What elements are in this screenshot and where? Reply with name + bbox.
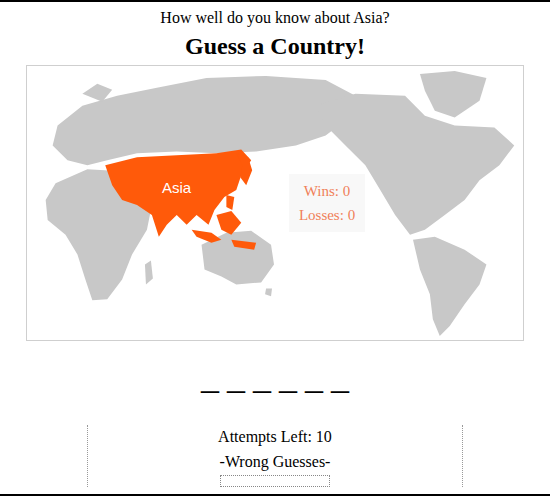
letter-blank: _ bbox=[201, 356, 219, 396]
region-label: Asia bbox=[162, 178, 191, 198]
wrong-guesses-heading: -Wrong Guesses- bbox=[220, 450, 331, 474]
subtitle: How well do you know about Asia? bbox=[160, 2, 389, 30]
world-map: Asia Wins: 0 Losses: 0 bbox=[26, 65, 524, 341]
title: Guess a Country! bbox=[185, 30, 365, 62]
letter-blank: _ bbox=[279, 356, 297, 396]
status-panel: Attempts Left: 10 -Wrong Guesses- bbox=[87, 425, 463, 487]
letter-blank: _ bbox=[253, 356, 271, 396]
world-map-icon bbox=[27, 66, 523, 340]
letter-blank: _ bbox=[305, 356, 323, 396]
attempts-left: Attempts Left: 10 bbox=[218, 425, 332, 449]
letter-blank: _ bbox=[227, 356, 245, 396]
word-blanks: ______ bbox=[201, 356, 349, 396]
losses-count: Losses: 0 bbox=[299, 205, 355, 225]
wins-count: Wins: 0 bbox=[304, 181, 350, 201]
letter-blank: _ bbox=[331, 356, 349, 396]
wrong-guesses-box bbox=[220, 475, 330, 487]
score-box: Wins: 0 Losses: 0 bbox=[289, 174, 365, 232]
game-page: How well do you know about Asia? Guess a… bbox=[0, 0, 550, 496]
